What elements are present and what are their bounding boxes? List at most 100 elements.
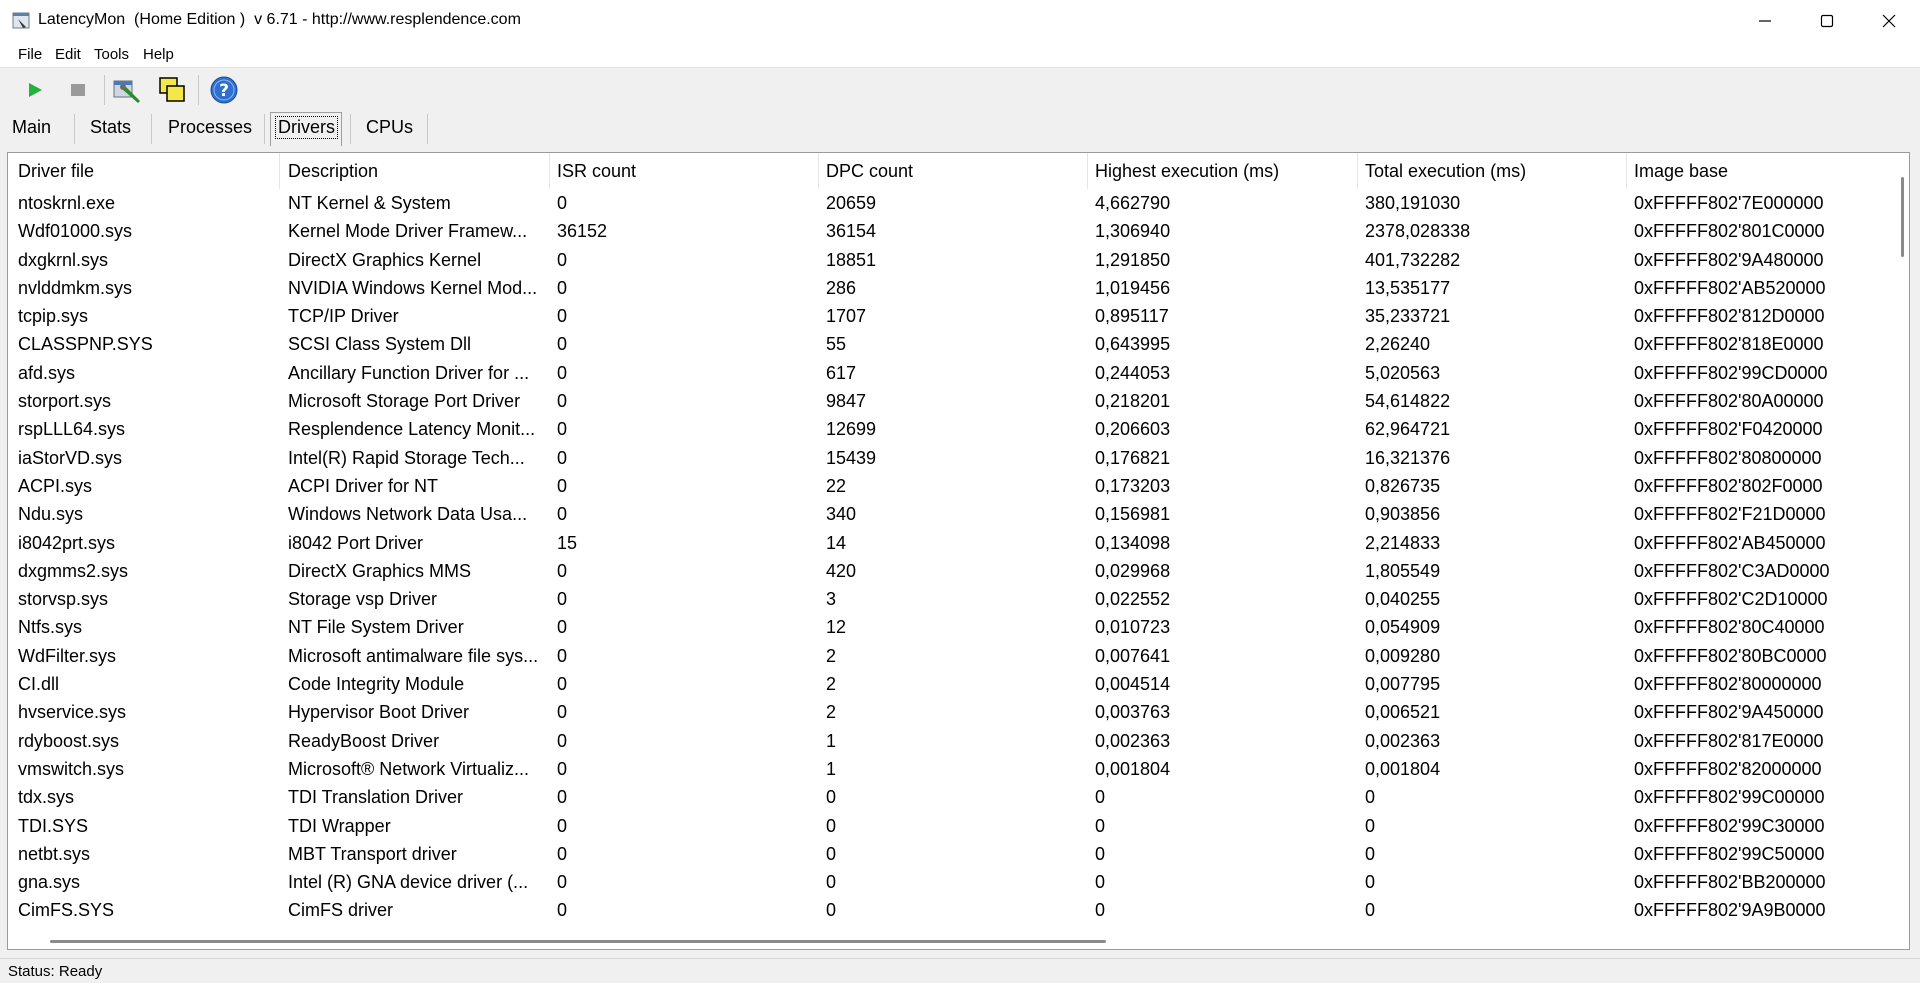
stop-button[interactable] — [61, 73, 95, 107]
cell-isr-count: 0 — [557, 674, 568, 695]
table-row[interactable]: storport.sys Microsoft Storage Port Drive… — [8, 387, 1888, 415]
cell-image-base: 0xFFFFF802'817E0000 — [1634, 730, 1824, 751]
tab-processes[interactable]: Processes — [166, 110, 252, 144]
table-row[interactable]: CLASSPNP.SYS SCSI Class System Dll 0 55 0,64… — [8, 330, 1888, 358]
cell-highest-execution: 0,001804 — [1095, 758, 1171, 779]
windows-icon — [159, 77, 185, 102]
cell-isr-count: 0 — [557, 560, 568, 581]
column-header-driver-file[interactable]: Driver file — [18, 161, 94, 182]
cell-total-execution: 5,020563 — [1365, 362, 1441, 383]
cell-dpc-count: 55 — [826, 334, 847, 355]
cell-dpc-count: 9847 — [826, 391, 867, 412]
vertical-scrollbar[interactable] — [1896, 153, 1910, 933]
cell-highest-execution: 0,206603 — [1095, 419, 1171, 440]
cell-driver-file: CimFS.SYS — [18, 900, 115, 921]
table-row[interactable]: dxgkrnl.sys DirectX Graphics Kernel 0 18851… — [8, 246, 1888, 274]
table-row[interactable]: Ntfs.sys NT File System Driver 0 12 0,010723… — [8, 613, 1888, 641]
drivers-table[interactable]: Driver file Description ISR count DPC co… — [7, 152, 1910, 950]
table-row[interactable]: nvlddmkm.sys NVIDIA Windows Kernel Mod...… — [8, 274, 1888, 302]
status-bar: Status: Ready — [0, 958, 1920, 983]
table-row[interactable]: tcpip.sys TCP/IP Driver 0 1707 0,895117 35,23… — [8, 302, 1888, 330]
table-row[interactable]: netbt.sys MBT Transport driver 0 0 0 0 0xFFFFF… — [8, 840, 1888, 868]
cell-image-base: 0xFFFFF802'80000000 — [1634, 674, 1822, 695]
column-header-dpc-count[interactable]: DPC count — [826, 161, 913, 182]
cell-description: Windows Network Data Usa... — [288, 504, 528, 525]
table-row[interactable]: tdx.sys TDI Translation Driver 0 0 0 0 0xFFFFF… — [8, 783, 1888, 811]
cell-total-execution: 0,001804 — [1365, 758, 1441, 779]
table-row[interactable]: rspLLL64.sys Resplendence Latency Monit..… — [8, 415, 1888, 443]
cell-highest-execution: 0 — [1095, 787, 1106, 808]
cell-description: i8042 Port Driver — [288, 532, 424, 553]
menu-help[interactable]: Help — [143, 46, 174, 63]
tab-main[interactable]: Main — [10, 110, 51, 144]
table-row[interactable]: TDI.SYS TDI Wrapper 0 0 0 0 0xFFFFF802'99C3000… — [8, 812, 1888, 840]
cell-driver-file: Ntfs.sys — [18, 617, 83, 638]
column-header-image-base[interactable]: Image base — [1634, 161, 1728, 182]
cell-highest-execution: 0,002363 — [1095, 730, 1171, 751]
cell-dpc-count: 0 — [826, 843, 837, 864]
settings-button[interactable] — [110, 73, 144, 107]
cell-isr-count: 0 — [557, 447, 568, 468]
cell-total-execution: 0,054909 — [1365, 617, 1441, 638]
menu-edit[interactable]: Edit — [55, 46, 81, 63]
close-button[interactable] — [1858, 0, 1920, 42]
table-row[interactable]: ntoskrnl.exe NT Kernel & System 0 20659 4,66… — [8, 189, 1888, 217]
horizontal-scrollbar[interactable] — [8, 933, 1896, 949]
menu-tools[interactable]: Tools — [94, 46, 129, 63]
table-row[interactable]: gna.sys Intel (R) GNA device driver (... 0… — [8, 868, 1888, 896]
table-row[interactable]: hvservice.sys Hypervisor Boot Driver 0 2 0,0… — [8, 698, 1888, 726]
maximize-button[interactable] — [1796, 0, 1858, 42]
cell-image-base: 0xFFFFF802'F0420000 — [1634, 419, 1823, 440]
cell-description: TDI Wrapper — [288, 815, 391, 836]
cell-image-base: 0xFFFFF802'80800000 — [1634, 447, 1822, 468]
help-button[interactable]: ? — [207, 73, 241, 107]
cell-total-execution: 0 — [1365, 815, 1376, 836]
cell-image-base: 0xFFFFF802'818E0000 — [1634, 334, 1824, 355]
vertical-scroll-thumb[interactable] — [1901, 177, 1904, 257]
cell-image-base: 0xFFFFF802'99CD0000 — [1634, 362, 1828, 383]
cell-description: Ancillary Function Driver for ... — [288, 362, 530, 383]
cell-dpc-count: 420 — [826, 560, 857, 581]
menu-file[interactable]: File — [18, 46, 42, 63]
cell-description: Intel(R) Rapid Storage Tech... — [288, 447, 525, 468]
table-row[interactable]: i8042prt.sys i8042 Port Driver 15 14 0,13409… — [8, 529, 1888, 557]
column-header-highest-execution[interactable]: Highest execution (ms) — [1095, 161, 1279, 182]
table-row[interactable]: CimFS.SYS CimFS driver 0 0 0 0 0xFFFFF802'9A9B… — [8, 896, 1888, 924]
tab-cpus[interactable]: CPUs — [364, 110, 413, 144]
tab-drivers[interactable]: Drivers — [273, 110, 338, 144]
cell-dpc-count: 18851 — [826, 249, 877, 270]
cell-total-execution: 0,903856 — [1365, 504, 1441, 525]
column-header-description[interactable]: Description — [288, 161, 378, 182]
tab-stats[interactable]: Stats — [88, 110, 131, 144]
cell-dpc-count: 14 — [826, 532, 847, 553]
table-row[interactable]: storvsp.sys Storage vsp Driver 0 3 0,022552 0… — [8, 585, 1888, 613]
column-header-isr-count[interactable]: ISR count — [557, 161, 636, 182]
cell-description: Intel (R) GNA device driver (... — [288, 872, 529, 893]
windows-button[interactable] — [155, 73, 189, 107]
table-row[interactable]: WdFilter.sys Microsoft antimalware file s… — [8, 642, 1888, 670]
table-row[interactable]: vmswitch.sys Microsoft® Network Virtualiz… — [8, 755, 1888, 783]
cell-isr-count: 0 — [557, 334, 568, 355]
cell-isr-count: 0 — [557, 589, 568, 610]
table-row[interactable]: dxgmms2.sys DirectX Graphics MMS 0 420 0,029… — [8, 557, 1888, 585]
cell-isr-count: 0 — [557, 758, 568, 779]
table-row[interactable]: CI.dll Code Integrity Module 0 2 0,004514 0,0… — [8, 670, 1888, 698]
minimize-button[interactable] — [1734, 0, 1796, 42]
cell-isr-count: 0 — [557, 391, 568, 412]
cell-image-base: 0xFFFFF802'AB520000 — [1634, 277, 1826, 298]
start-button[interactable] — [18, 73, 52, 107]
table-header: Driver file Description ISR count DPC co… — [8, 153, 1888, 189]
table-row[interactable]: afd.sys Ancillary Function Driver for ...… — [8, 359, 1888, 387]
table-row[interactable]: Wdf01000.sys Kernel Mode Driver Framew...… — [8, 217, 1888, 245]
column-header-total-execution[interactable]: Total execution (ms) — [1365, 161, 1526, 182]
table-row[interactable]: rdyboost.sys ReadyBoost Driver 0 1 0,002363 0… — [8, 727, 1888, 755]
minimize-icon — [1759, 20, 1771, 22]
table-row[interactable]: ACPI.sys ACPI Driver for NT 0 22 0,173203 0,8… — [8, 472, 1888, 500]
cell-description: ACPI Driver for NT — [288, 475, 439, 496]
table-row[interactable]: Ndu.sys Windows Network Data Usa... 0 340 0,… — [8, 500, 1888, 528]
cell-isr-count: 0 — [557, 277, 568, 298]
cell-highest-execution: 0,029968 — [1095, 560, 1171, 581]
horizontal-scroll-thumb[interactable] — [50, 940, 1106, 943]
table-row[interactable]: iaStorVD.sys Intel(R) Rapid Storage Tech.… — [8, 444, 1888, 472]
cell-driver-file: gna.sys — [18, 872, 81, 893]
